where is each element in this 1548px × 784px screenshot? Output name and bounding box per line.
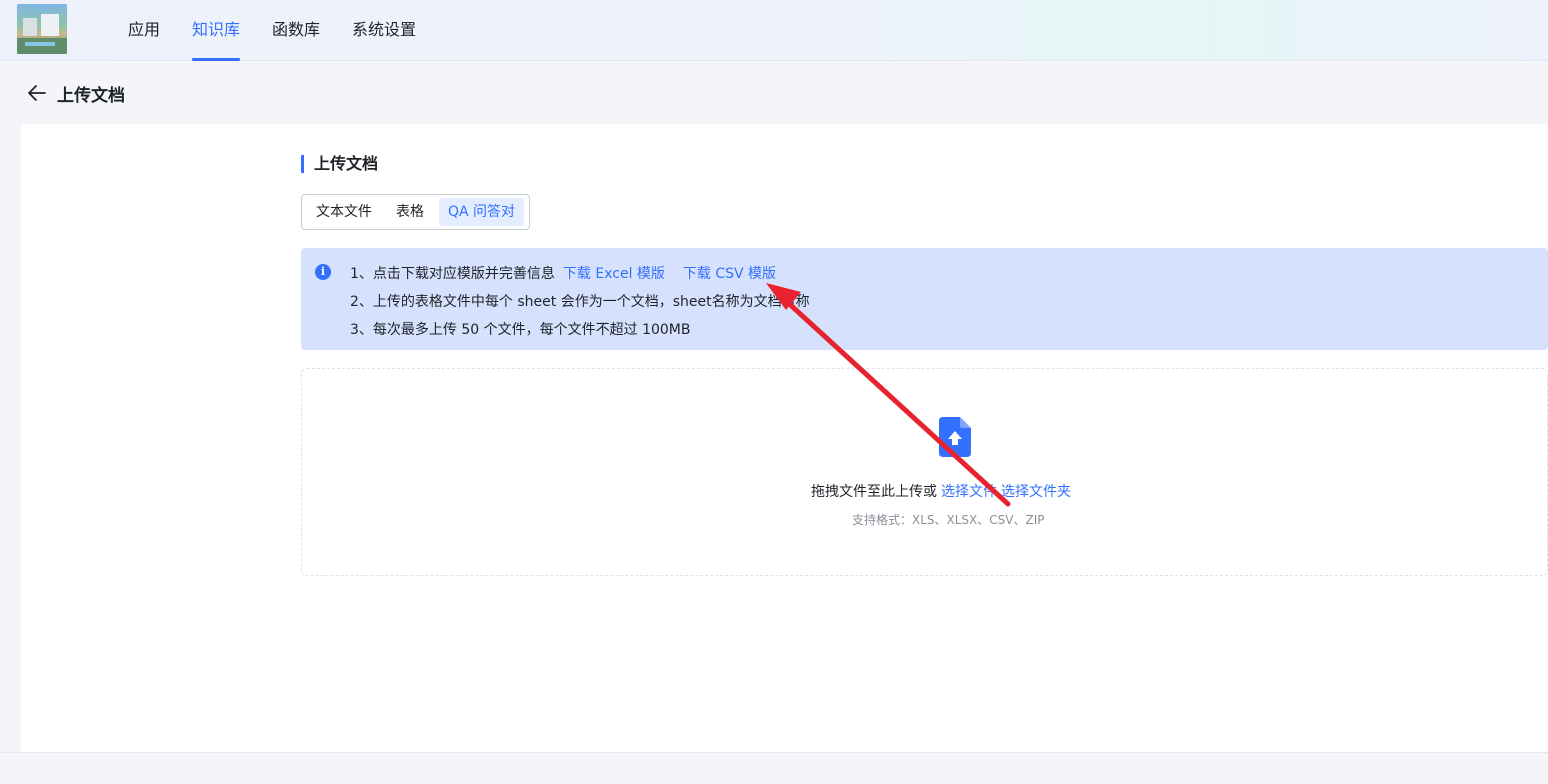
nav-item-apps[interactable]: 应用 (128, 0, 160, 61)
tab-qa-pairs[interactable]: QA 问答对 (439, 198, 525, 226)
notice-line-2: 2、上传的表格文件中每个 sheet 会作为一个文档，sheet名称为文档名称 (350, 294, 810, 310)
info-icon: i (315, 264, 331, 280)
section-title: 上传文档 (301, 154, 378, 174)
file-upload-icon (939, 417, 971, 457)
download-excel-template-link[interactable]: 下载 Excel 模版 (563, 266, 665, 282)
logo-building-left (23, 18, 37, 36)
dropzone-hint: 拖拽文件至此上传或 (811, 484, 937, 500)
arrow-left-icon[interactable] (26, 82, 48, 104)
notice-line-1: 1、点击下载对应模版并完善信息 下载 Excel 模版 下载 CSV 模版 (350, 263, 776, 283)
bottom-divider (0, 752, 1548, 753)
download-csv-template-link[interactable]: 下载 CSV 模版 (683, 266, 776, 282)
supported-formats: 支持格式：XLS、XLSX、CSV、ZIP (852, 513, 1045, 527)
app-logo[interactable] (17, 4, 67, 54)
logo-ground (17, 38, 67, 54)
notice-line-3: 3、每次最多上传 50 个文件，每个文件不超过 100MB (350, 322, 691, 338)
dropzone-text: 拖拽文件至此上传或 选择文件 选择文件夹 (811, 481, 1071, 501)
notice-line-1-text: 1、点击下载对应模版并完善信息 (350, 266, 555, 282)
nav-item-functions[interactable]: 函数库 (272, 0, 320, 61)
page-header: 上传文档 (0, 62, 1548, 124)
tab-text-file[interactable]: 文本文件 (307, 198, 381, 226)
main-nav: 应用 知识库 函数库 系统设置 (128, 0, 448, 61)
select-file-link[interactable]: 选择文件 (941, 484, 997, 500)
top-navigation-bar: 应用 知识库 函数库 系统设置 (0, 0, 1548, 61)
logo-water (25, 42, 55, 46)
select-folder-link[interactable]: 选择文件夹 (1001, 484, 1071, 500)
nav-item-system-settings[interactable]: 系统设置 (352, 0, 416, 61)
upload-notice: i 1、点击下载对应模版并完善信息 下载 Excel 模版 下载 CSV 模版 2、… (301, 248, 1548, 350)
file-dropzone[interactable]: 拖拽文件至此上传或 选择文件 选择文件夹 支持格式：XLS、XLSX、CSV、ZIP (301, 368, 1548, 576)
tab-table[interactable]: 表格 (387, 198, 433, 226)
file-type-tabs: 文本文件 表格 QA 问答对 (301, 194, 531, 230)
page-title: 上传文档 (57, 86, 125, 106)
logo-building-right (41, 14, 59, 36)
nav-item-knowledge-base[interactable]: 知识库 (192, 0, 241, 61)
main-content: 上传文档 文本文件 表格 QA 问答对 i 1、点击下载对应模版并完善信息 下载 … (21, 124, 1548, 752)
